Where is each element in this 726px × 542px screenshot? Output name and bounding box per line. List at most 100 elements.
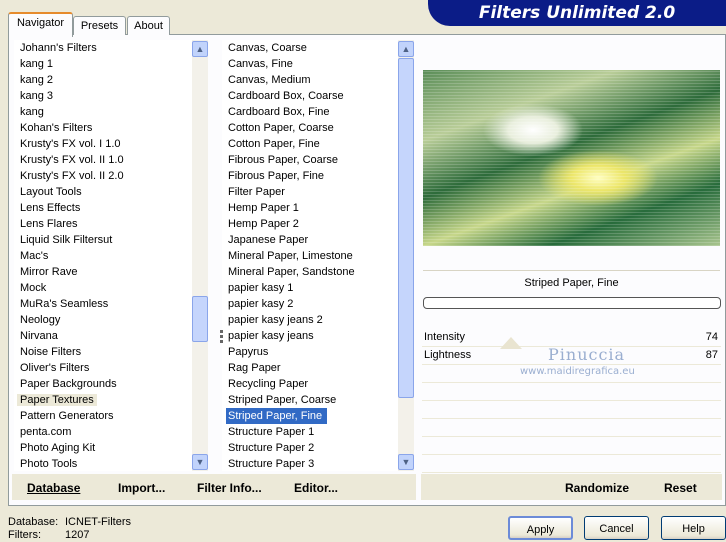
list-item[interactable]: Krusty's FX vol. II 1.0 [14,152,192,168]
list-item[interactable]: Fibrous Paper, Coarse [222,152,398,168]
list-item-label: Mineral Paper, Sandstone [228,266,355,278]
list-item[interactable]: Fibrous Paper, Fine [222,168,398,184]
list-item[interactable]: Oliver's Filters [14,360,192,376]
list-item[interactable]: Nirvana [14,328,192,344]
list-item[interactable]: Hemp Paper 2 [222,216,398,232]
category-scrollbar[interactable]: ▲ ▼ [192,40,208,471]
list-item[interactable]: Mock [14,280,192,296]
list-item-label: Hemp Paper 2 [228,218,299,230]
list-item[interactable]: kang 1 [14,56,192,72]
list-item[interactable]: Cardboard Box, Fine [222,104,398,120]
list-item-label: Mineral Paper, Limestone [228,250,353,262]
watermark-url: www.maidiregrafica.eu [520,366,635,377]
list-item-label: Papyrus [228,346,269,358]
list-item[interactable]: Hemp Paper 1 [222,200,398,216]
list-item[interactable]: Cotton Paper, Fine [222,136,398,152]
list-item-label: papier kasy 2 [228,298,294,310]
list-item-label: Cardboard Box, Coarse [228,90,344,102]
progress-bar [423,297,721,309]
list-item[interactable]: Cotton Paper, Coarse [222,120,398,136]
randomize-button[interactable]: Randomize [565,481,629,495]
list-item-label: Mac's [20,250,49,262]
list-item[interactable]: Canvas, Fine [222,56,398,72]
list-item[interactable]: Rag Paper [222,360,398,376]
list-item[interactable]: Liquid Silk Filtersut [14,232,192,248]
list-item-label: Canvas, Fine [228,58,293,70]
list-item-label: Krusty's FX vol. II 1.0 [20,154,124,166]
list-item[interactable]: Mineral Paper, Limestone [222,248,398,264]
list-item[interactable]: Krusty's FX vol. I 1.0 [14,136,192,152]
list-item[interactable]: Layout Tools [14,184,192,200]
import-button[interactable]: Import... [118,481,165,495]
param-row-empty [422,383,721,401]
list-item[interactable]: Paper Textures [14,392,192,408]
scroll-down-icon[interactable]: ▼ [192,454,208,470]
cancel-button[interactable]: Cancel [584,516,649,540]
list-item[interactable]: Kohan's Filters [14,120,192,136]
list-item[interactable]: papier kasy jeans 2 [222,312,398,328]
scroll-down-icon[interactable]: ▼ [398,454,414,470]
list-item[interactable]: penta.com [14,424,192,440]
list-item[interactable]: Striped Paper, Fine [222,408,398,424]
list-item[interactable]: Structure Paper 2 [222,440,398,456]
tab-about[interactable]: About [127,16,170,35]
filter-list[interactable]: Canvas, Coarse Canvas, Fine Canvas, Medium… [222,40,398,471]
list-item-label: Pattern Generators [20,410,114,422]
banner-title: Filters Unlimited 2.0 [478,3,676,23]
list-item[interactable]: Photo Aging Kit [14,440,192,456]
list-item[interactable]: Neology [14,312,192,328]
list-item[interactable]: Japanese Paper [222,232,398,248]
param-row-empty [422,437,721,455]
list-item[interactable]: Mac's [14,248,192,264]
list-item[interactable]: Structure Paper 3 [222,456,398,471]
list-item-label: Structure Paper 3 [228,458,315,470]
filter-info-button[interactable]: Filter Info... [197,481,262,495]
list-item[interactable]: Filter Paper [222,184,398,200]
apply-button[interactable]: Apply [508,516,573,540]
list-item[interactable]: Structure Paper 1 [222,424,398,440]
list-item[interactable]: Lens Flares [14,216,192,232]
help-button[interactable]: Help [661,516,726,540]
list-item[interactable]: Mineral Paper, Sandstone [222,264,398,280]
list-item[interactable]: Striped Paper, Coarse [222,392,398,408]
list-item[interactable]: Photo Tools [14,456,192,471]
list-item[interactable]: Canvas, Coarse [222,40,398,56]
editor-button[interactable]: Editor... [294,481,338,495]
list-item[interactable]: kang 2 [14,72,192,88]
database-label: Database: [8,516,59,528]
list-item[interactable]: Lens Effects [14,200,192,216]
list-item[interactable]: Paper Backgrounds [14,376,192,392]
list-item-label: papier kasy 1 [228,282,294,294]
list-item[interactable]: MuRa's Seamless [14,296,192,312]
list-item[interactable]: Krusty's FX vol. II 2.0 [14,168,192,184]
list-item[interactable]: Papyrus [222,344,398,360]
list-item[interactable]: papier kasy 2 [222,296,398,312]
list-item[interactable]: Recycling Paper [222,376,398,392]
list-item[interactable]: Noise Filters [14,344,192,360]
list-item[interactable]: kang [14,104,192,120]
list-item[interactable]: Cardboard Box, Coarse [222,88,398,104]
list-item[interactable]: Johann's Filters [14,40,192,56]
database-button[interactable]: Database [27,481,80,495]
list-item[interactable]: Canvas, Medium [222,72,398,88]
scroll-thumb[interactable] [192,296,208,342]
scroll-up-icon[interactable]: ▲ [398,41,414,57]
scroll-up-icon[interactable]: ▲ [192,41,208,57]
category-list[interactable]: Johann's Filters kang 1 kang 2 kang 3 kang Ko… [14,40,192,471]
list-item-label: Rag Paper [228,362,281,374]
list-item-label: Mock [20,282,47,294]
list-item[interactable]: kang 3 [14,88,192,104]
list-item-label: Hemp Paper 1 [228,202,299,214]
tab-presets[interactable]: Presets [73,16,126,35]
filter-scrollbar[interactable]: ▲ ▼ [398,40,414,471]
list-item[interactable]: papier kasy 1 [222,280,398,296]
reset-button[interactable]: Reset [664,481,697,495]
scroll-thumb[interactable] [398,58,414,398]
list-item[interactable]: papier kasy jeans [222,328,398,344]
list-item[interactable]: Mirror Rave [14,264,192,280]
list-item-label: Fibrous Paper, Coarse [228,154,339,166]
tab-navigator[interactable]: Navigator [8,12,73,37]
list-item-label: Layout Tools [20,186,82,198]
param-row-empty [422,401,721,419]
list-item[interactable]: Pattern Generators [14,408,192,424]
